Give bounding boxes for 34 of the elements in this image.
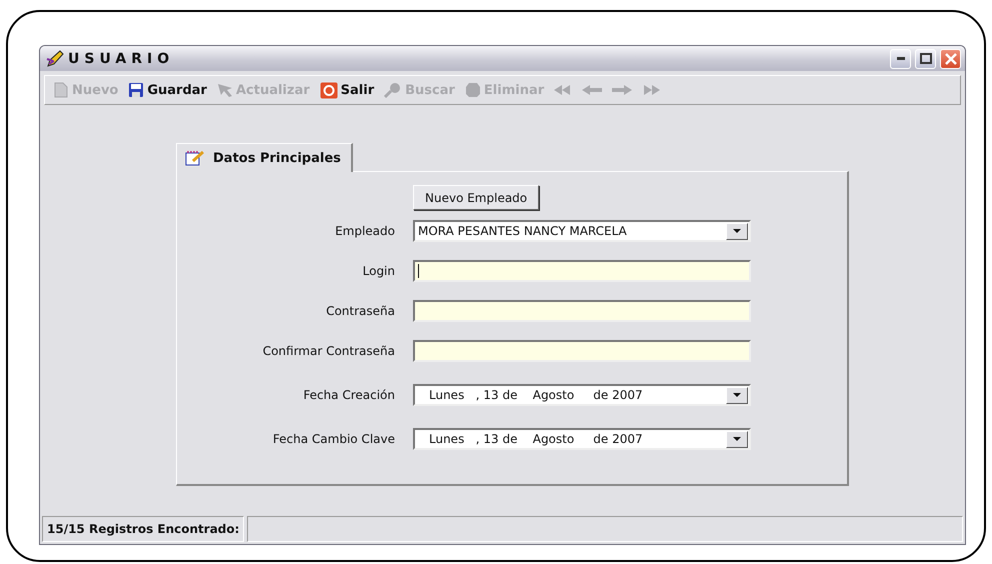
field-label: Empleado <box>334 224 395 238</box>
dropdown-arrow-icon <box>733 437 741 441</box>
notepad-icon <box>185 150 205 166</box>
status-text: 15/15 Registros Encontrado: <box>42 516 244 542</box>
minimize-button[interactable] <box>890 48 911 68</box>
magnifier-icon <box>384 82 402 98</box>
dropdown-arrow-icon <box>733 229 741 233</box>
page-icon <box>53 82 69 98</box>
toolbar-button[interactable]: Salir <box>320 82 374 98</box>
dropdown-arrow-icon <box>733 393 741 397</box>
window-title: USUARIO <box>68 50 176 66</box>
toolbar-button[interactable]: Guardar <box>128 82 207 98</box>
arrow-icon <box>216 82 233 98</box>
field-label: Login <box>362 264 395 278</box>
field-label: Fecha Cambio Clave <box>272 432 395 446</box>
date-picker[interactable]: Lunes , 13 de Agosto de 2007 <box>413 384 751 406</box>
dropdown[interactable]: MORA PESANTES NANCY MARCELA <box>413 220 751 242</box>
close-icon <box>944 52 956 64</box>
maximize-button[interactable] <box>915 48 936 68</box>
field-label: Contraseña <box>325 304 395 318</box>
power-icon <box>320 82 338 98</box>
text-field[interactable] <box>413 300 751 322</box>
pencil-icon <box>46 50 64 68</box>
date-picker[interactable]: Lunes , 13 de Agosto de 2007 <box>413 428 751 450</box>
text-field[interactable] <box>413 260 751 282</box>
maximize-icon <box>920 53 932 64</box>
new-employee-button[interactable]: Nuevo Empleado <box>413 185 540 210</box>
field-label: Fecha Creación <box>302 388 395 402</box>
minimize-icon <box>896 57 904 60</box>
text-field[interactable] <box>413 340 751 362</box>
blob-icon <box>464 82 481 98</box>
close-button[interactable] <box>940 48 961 68</box>
field-label: Confirmar Contraseña <box>262 344 395 358</box>
tab[interactable]: Datos Principales <box>176 143 353 172</box>
